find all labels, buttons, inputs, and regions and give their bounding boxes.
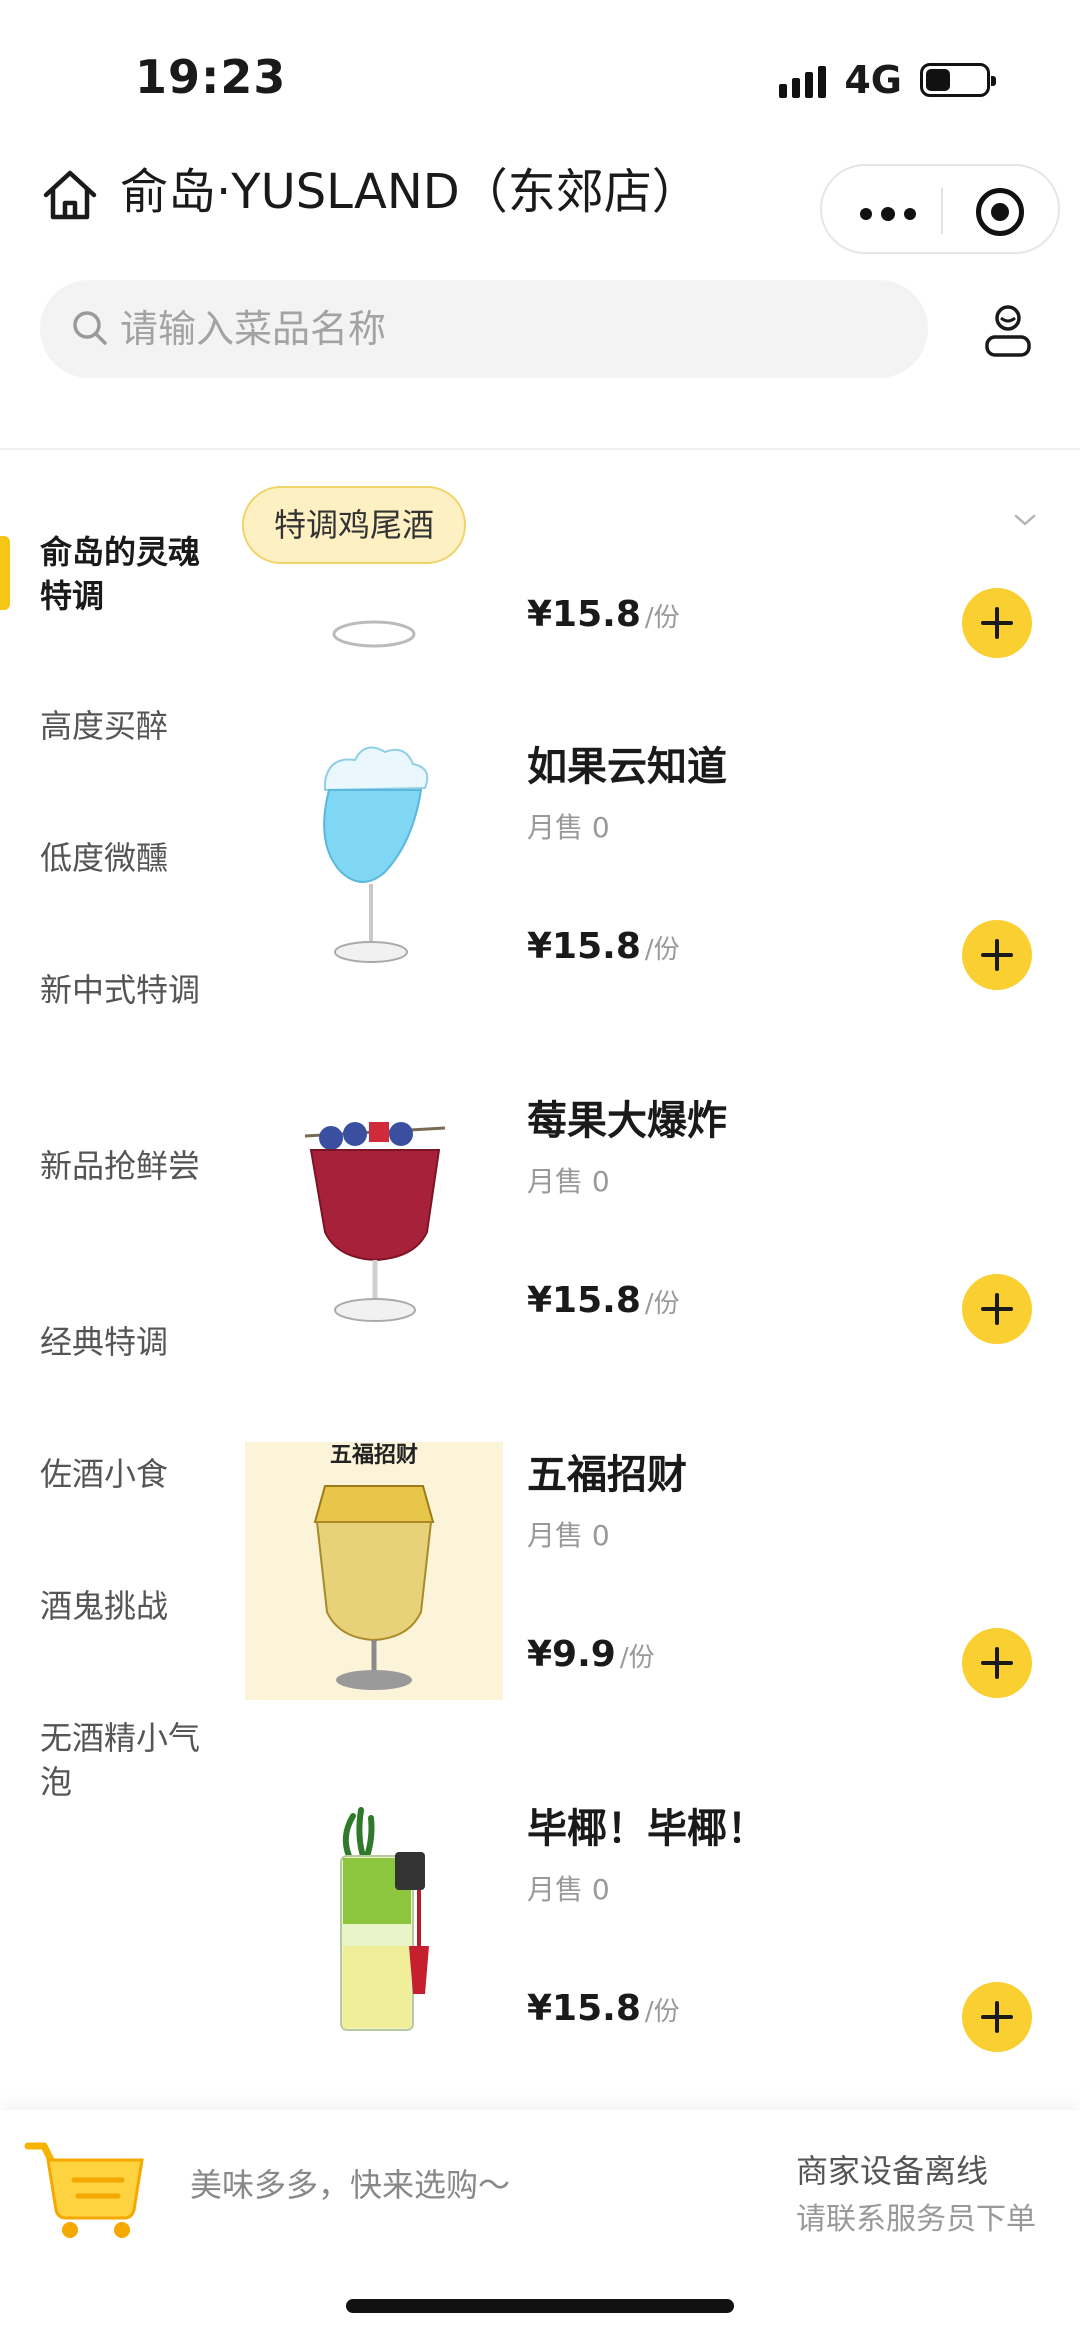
add-to-cart-button[interactable]: [962, 1628, 1032, 1698]
wufu-image-text: 五福招财: [330, 1443, 418, 1468]
product-name: 如果云知道: [527, 744, 727, 790]
product-item: ¥15.8/份: [225, 580, 1080, 756]
cart-hint: 美味多多，快来选购～: [190, 2166, 511, 2204]
store-title: 俞岛·YUSLAND（东郊店）: [120, 164, 700, 220]
status-time: 19:23: [135, 50, 287, 104]
sidebar-item-soul-cocktails[interactable]: 俞岛的灵魂特调: [40, 530, 220, 618]
berry-cocktail-image: [304, 1122, 446, 1322]
product-name: 毕椰！毕椰！: [527, 1806, 767, 1852]
status-bar: 19:23 4G: [0, 0, 1080, 150]
product-name: 五福招财: [527, 1452, 687, 1498]
category-sidebar: 俞岛的灵魂特调 高度买醉 低度微醺 新中式特调 新品抢鲜尝 经典特调 佐酒小食 …: [0, 450, 225, 2110]
sidebar-item-new-products[interactable]: 新品抢鲜尝: [40, 1144, 220, 1188]
product-sales: 月售 0: [527, 811, 610, 844]
product-item: 莓果大爆炸 月售 0 ¥15.8/份: [225, 1088, 1080, 1442]
close-miniapp-icon[interactable]: [976, 188, 1024, 236]
product-price: ¥15.8/份: [527, 926, 680, 967]
product-item: 五福招财 五福招财 月售 0 ¥9.9/份: [225, 1442, 1080, 1796]
sidebar-item-low-alcohol[interactable]: 低度微醺: [40, 836, 220, 880]
blue-cloud-cocktail-image: [323, 746, 429, 963]
offline-subtitle: 请联系服务员下单: [796, 2202, 1036, 2237]
add-to-cart-button[interactable]: [962, 920, 1032, 990]
sidebar-item-high-alcohol[interactable]: 高度买醉: [40, 704, 220, 748]
product-price: ¥9.9/份: [527, 1634, 655, 1675]
product-price: ¥15.8/份: [527, 594, 680, 635]
sidebar-item-new-chinese[interactable]: 新中式特调: [40, 968, 220, 1012]
sidebar-item-classic[interactable]: 经典特调: [40, 1320, 220, 1364]
capsule-divider: [941, 188, 943, 234]
sidebar-item-snacks[interactable]: 佐酒小食: [40, 1452, 220, 1496]
search-bar[interactable]: [40, 280, 928, 378]
product-item: 如果云知道 月售 0 ¥15.8/份: [225, 734, 1080, 1088]
green-coconut-cocktail-image: [340, 1807, 429, 2031]
battery-icon: [920, 63, 996, 97]
more-icon[interactable]: [860, 207, 916, 221]
category-chip[interactable]: 特调鸡尾酒: [242, 486, 467, 564]
search-input[interactable]: [120, 280, 900, 378]
miniapp-capsule: [820, 164, 1060, 254]
cocktail-glass-image: [332, 620, 416, 648]
product-name: 莓果大爆炸: [527, 1098, 727, 1144]
wufu-cocktail-image: 五福招财: [245, 1442, 503, 1700]
product-price: ¥15.8/份: [527, 1988, 680, 2029]
product-list: ¥15.8/份 如果云知道 月售 0 ¥15.8/份 莓果大爆炸 月售 0 ¥1…: [225, 580, 1080, 2110]
add-to-cart-button[interactable]: [962, 588, 1032, 658]
product-sales: 月售 0: [527, 1873, 610, 1906]
home-icon[interactable]: [40, 165, 100, 225]
status-indicators: 4G: [779, 58, 996, 102]
offline-status: 商家设备离线: [796, 2152, 989, 2190]
user-icon[interactable]: [978, 300, 1038, 360]
sidebar-item-non-alcoholic[interactable]: 无酒精小气泡: [40, 1716, 220, 1804]
app-header: 俞岛·YUSLAND（东郊店）: [0, 150, 1080, 270]
sidebar-item-challenge[interactable]: 酒鬼挑战: [40, 1584, 220, 1628]
product-sales: 月售 0: [527, 1165, 610, 1198]
network-label: 4G: [844, 58, 902, 102]
shopping-cart-icon[interactable]: [24, 2132, 154, 2242]
product-price: ¥15.8/份: [527, 1280, 680, 1321]
chevron-down-icon[interactable]: [1010, 505, 1040, 535]
active-category-indicator: [0, 536, 10, 610]
add-to-cart-button[interactable]: [962, 1982, 1032, 2052]
add-to-cart-button[interactable]: [962, 1274, 1032, 1344]
home-indicator: [346, 2299, 734, 2313]
signal-icon: [779, 62, 827, 98]
product-item: 毕椰！毕椰！ 月售 0 ¥15.8/份: [225, 1796, 1080, 2110]
search-icon: [73, 311, 107, 345]
product-sales: 月售 0: [527, 1519, 610, 1552]
